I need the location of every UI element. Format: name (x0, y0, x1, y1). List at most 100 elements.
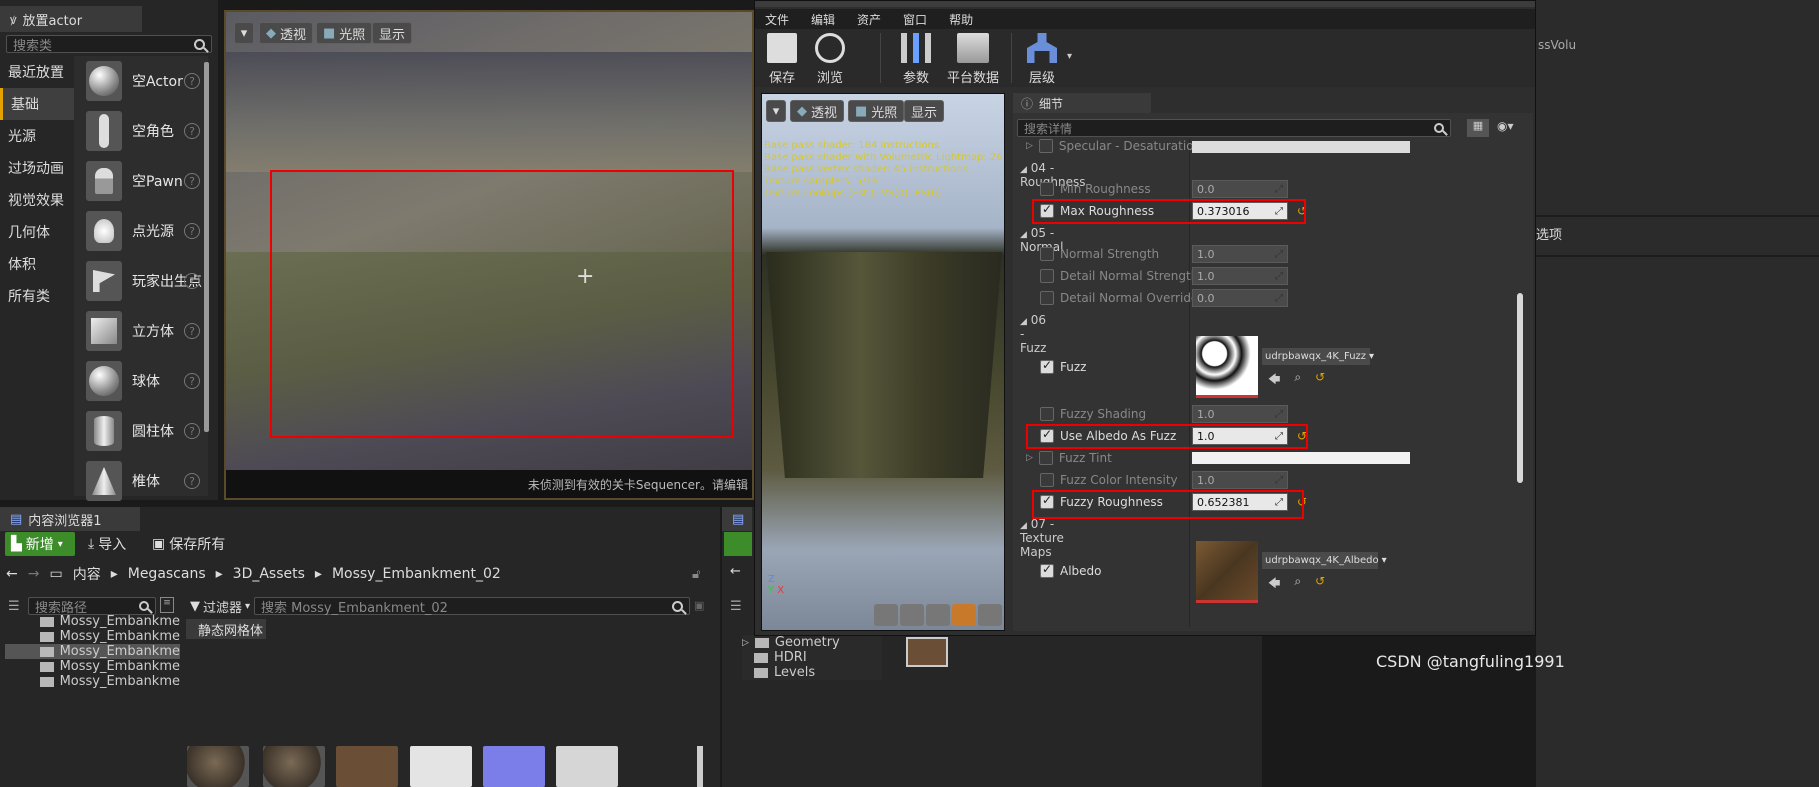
detail-normal-override-checkbox[interactable] (1040, 291, 1054, 305)
fuzzy-shading-value[interactable]: 1.0 (1192, 405, 1288, 423)
preview-lit-button[interactable]: ■ 光照 (848, 100, 905, 122)
fuzz-color-intensity-value[interactable]: 1.0 (1192, 471, 1288, 489)
folder-geometry[interactable]: ▷ Geometry (742, 635, 882, 650)
lock-icon[interactable]: 🔓︎ (692, 567, 700, 582)
menu-window[interactable]: 窗口 (903, 11, 927, 28)
folder-hdri[interactable]: HDRI (742, 650, 882, 665)
asset-thumbnail[interactable] (187, 746, 249, 787)
reset-icon[interactable]: ↺ (1315, 370, 1325, 391)
asset-thumbnail[interactable] (336, 746, 398, 787)
category-lights[interactable]: 光源 (0, 120, 74, 152)
folder-item[interactable]: Mossy_Embankme (40, 659, 180, 674)
help-icon[interactable]: ? (184, 123, 200, 139)
eye-icon[interactable]: ◉▾ (1497, 119, 1514, 133)
sources-toggle-icon[interactable]: ☰ (8, 599, 20, 614)
actor-cube[interactable]: 立方体? (74, 306, 208, 356)
path-search-input[interactable]: 搜索路径 (28, 597, 156, 616)
help-icon[interactable]: ? (184, 423, 200, 439)
breadcrumb-item[interactable]: Mossy_Embankment_02 (332, 566, 501, 582)
actor-cone[interactable]: 椎体? (74, 456, 208, 506)
folder-item[interactable]: Mossy_Embankme (40, 674, 180, 689)
asset-search-input[interactable]: 搜索 Mossy_Embankment_02 (254, 597, 690, 616)
place-actor-tab[interactable]: ꝟ 放置actor (0, 6, 142, 32)
category-recent[interactable]: 最近放置 (0, 56, 74, 88)
help-icon[interactable]: ? (184, 373, 200, 389)
menu-help[interactable]: 帮助 (949, 11, 973, 28)
forward-arrow-icon[interactable]: → (28, 566, 40, 582)
help-icon[interactable]: ? (184, 273, 200, 289)
category-volumes[interactable]: 体积 (0, 248, 74, 280)
help-icon[interactable]: ? (184, 473, 200, 489)
menu-edit[interactable]: 编辑 (811, 11, 835, 28)
perspective-button[interactable]: ◆ 透视 (259, 22, 314, 44)
fuzz-checkbox[interactable] (1040, 358, 1054, 374)
right-edge-text-options[interactable]: 选项 (1536, 224, 1562, 243)
reset-icon[interactable]: ↺ (1315, 574, 1325, 595)
actor-empty-actor[interactable]: 空Actor? (74, 56, 208, 106)
actor-empty-pawn[interactable]: 空Pawn? (74, 156, 208, 206)
specular-desaturation-checkbox[interactable] (1038, 139, 1053, 153)
asset-thumbnail[interactable] (483, 746, 545, 787)
actor-list-scrollbar[interactable] (204, 62, 209, 432)
category-cinematic[interactable]: 过场动画 (0, 152, 74, 184)
asset-thumbnail[interactable] (263, 746, 325, 787)
asset-thumbnail[interactable] (410, 746, 472, 787)
asset-thumbnail[interactable] (556, 746, 618, 787)
detail-normal-strength-checkbox[interactable] (1040, 269, 1054, 283)
min-roughness-checkbox[interactable] (1040, 182, 1054, 196)
expand-arrow-icon[interactable]: ▷ (1026, 141, 1033, 151)
fuzz-color-intensity-checkbox[interactable] (1040, 473, 1054, 487)
second-browser-tab[interactable]: ▤ (722, 507, 752, 531)
fuzz-tint-checkbox[interactable] (1038, 451, 1053, 465)
lit-button[interactable]: ■ 光照 (316, 22, 373, 44)
filter-chip-static-mesh[interactable]: 静态网格体 (186, 619, 266, 639)
content-browser-tab[interactable]: ▤ 内容浏览器1 (0, 507, 140, 531)
actor-player-start[interactable]: 玩家出生点? (74, 256, 208, 306)
path-view-options-icon[interactable]: ≡ (160, 597, 174, 613)
expand-arrow-icon[interactable]: ▷ (1026, 453, 1033, 463)
use-selected-arrow-icon[interactable]: 🡄 (1268, 574, 1280, 595)
category-all-classes[interactable]: 所有类 (0, 280, 74, 312)
fuzz-texture-thumbnail[interactable] (1196, 336, 1258, 398)
actor-sphere[interactable]: 球体? (74, 356, 208, 406)
class-search-input[interactable]: 搜索类 (6, 35, 212, 54)
second-new-button[interactable] (724, 532, 752, 556)
folder-item[interactable]: Mossy_Embankme (40, 614, 180, 629)
hierarchy-tool-button[interactable]: 层级 (1027, 33, 1057, 86)
import-button[interactable]: ⤓ 导入 (88, 532, 126, 556)
min-roughness-value[interactable]: 0.0 (1192, 180, 1288, 198)
specular-desaturation-color[interactable] (1192, 141, 1410, 153)
breadcrumb-item[interactable]: 内容 (73, 564, 101, 584)
platform-stats-tool-button[interactable]: 平台数据 (947, 33, 999, 86)
normal-strength-value[interactable]: 1.0 (1192, 245, 1288, 263)
breadcrumb-item[interactable]: 3D_Assets (233, 566, 305, 582)
browse-search-icon[interactable]: ⌕ (1294, 370, 1301, 391)
detail-normal-strength-value[interactable]: 1.0 (1192, 267, 1288, 285)
parameters-tool-button[interactable]: 参数 (901, 33, 931, 86)
breadcrumb-item[interactable]: Megascans (128, 566, 206, 582)
preview-options-dropdown[interactable]: ▾ (766, 100, 786, 122)
detail-normal-override-value[interactable]: 0.0 (1192, 289, 1288, 307)
back-arrow-icon[interactable]: ← (6, 566, 18, 582)
menu-asset[interactable]: 资产 (857, 11, 881, 28)
details-tab[interactable]: ⓘ 细节 (1013, 93, 1151, 113)
asset-grid-scrollbar[interactable] (697, 746, 703, 787)
new-button[interactable]: ▙ 新增 ▾ (5, 532, 75, 556)
second-browser-asset-thumb[interactable] (906, 637, 948, 667)
folder-levels[interactable]: Levels (742, 665, 882, 680)
material-preview-viewport[interactable]: ▾ ◆ 透视 ■ 光照 显示 Base pass shader: 184 instr… (761, 93, 1005, 631)
show-button[interactable]: 显示 (372, 22, 413, 44)
fuzz-texture-dropdown[interactable]: udrpbawqx_4K_Fuzz ▾ (1262, 348, 1374, 365)
custom-mesh-button[interactable] (978, 604, 1002, 626)
cylinder-mesh-button[interactable] (874, 604, 898, 626)
actor-cylinder[interactable]: 圆柱体? (74, 406, 208, 456)
sphere-mesh-button[interactable] (900, 604, 924, 626)
second-sources-toggle-icon[interactable]: ☰ (730, 599, 742, 614)
albedo-texture-dropdown[interactable]: udrpbawqx_4K_Albedo ▾ (1262, 552, 1387, 569)
preview-perspective-button[interactable]: ◆ 透视 (790, 100, 845, 122)
albedo-texture-thumbnail[interactable] (1196, 541, 1258, 603)
section-texture-maps[interactable]: ◢ 07 - Texture Maps (1020, 517, 1064, 559)
save-all-button[interactable]: ▣ 保存所有 (152, 532, 225, 556)
actor-empty-character[interactable]: 空角色? (74, 106, 208, 156)
viewport-options-dropdown[interactable]: ▾ (234, 22, 254, 44)
